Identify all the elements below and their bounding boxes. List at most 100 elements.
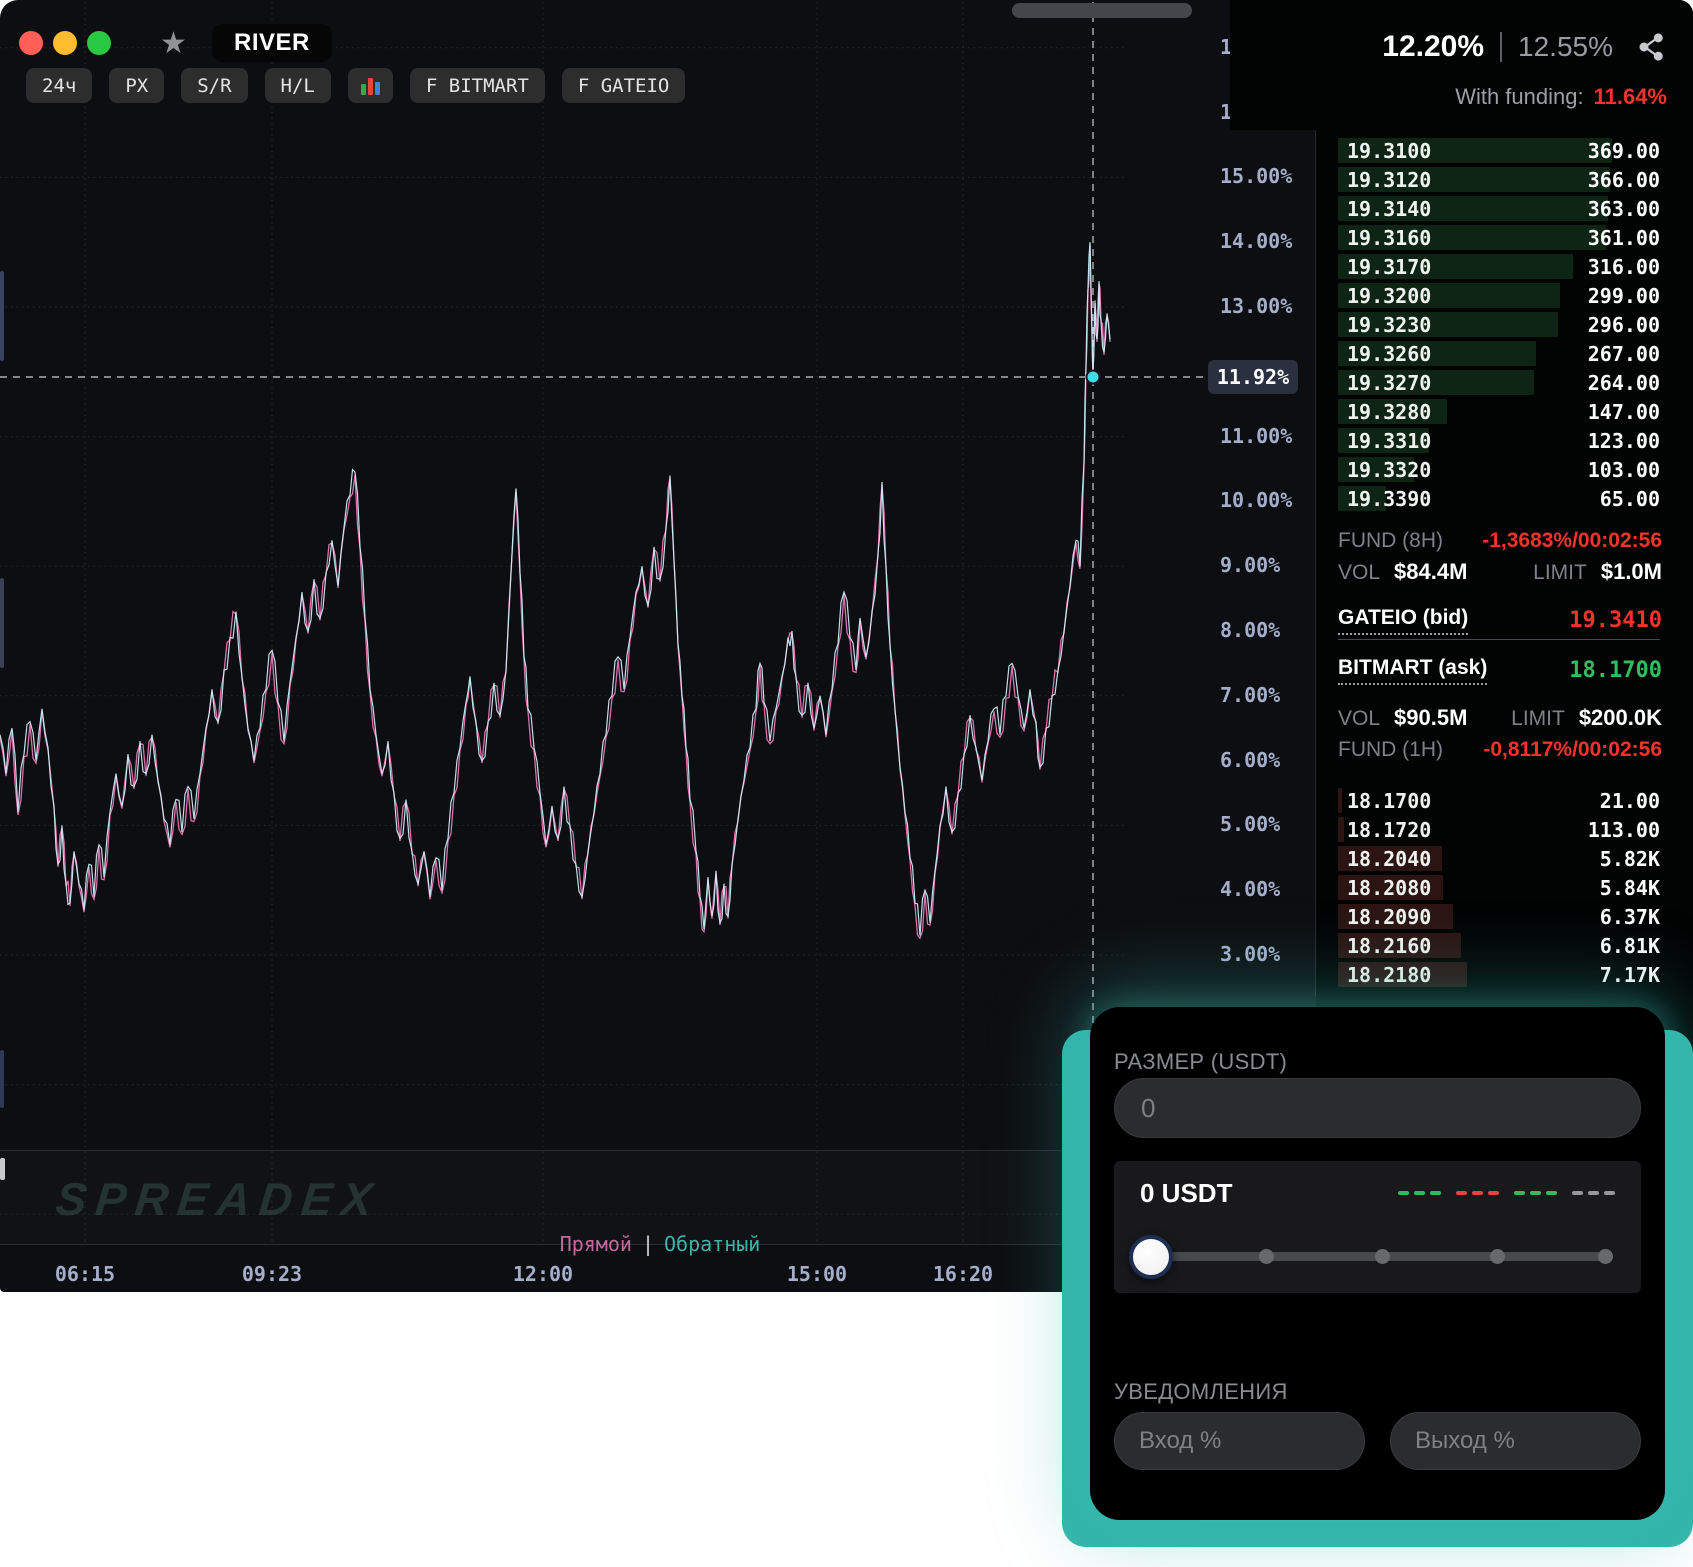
price-axis-label: 8.00% xyxy=(1220,618,1340,642)
gateio-row: GATEIO (bid) 19.3410 xyxy=(1338,604,1662,636)
bid-row[interactable]: 19.3320 103.00 xyxy=(1338,455,1662,484)
ask-row[interactable]: 18.1700 21.00 xyxy=(1338,786,1662,815)
vertical-scrollbar-fragment[interactable] xyxy=(0,578,4,668)
minimize-button[interactable] xyxy=(53,31,77,55)
bid-size: 147.00 xyxy=(1588,400,1660,424)
ask-row[interactable]: 18.20805.84K xyxy=(1338,873,1662,902)
bid-row[interactable]: 19.3260267.00 xyxy=(1338,339,1662,368)
bid-row[interactable]: 19.3140363.00 xyxy=(1338,194,1662,223)
bid-row[interactable]: 19.3270 264.00 xyxy=(1338,368,1662,397)
close-button[interactable] xyxy=(19,31,43,55)
funding-8h-row: FUND (8H) -1,3683%/00:02:56 xyxy=(1338,528,1662,554)
depth-bar xyxy=(1338,788,1342,813)
size-slider[interactable] xyxy=(1140,1235,1615,1279)
bid-row[interactable]: 19.3170316.00 xyxy=(1338,252,1662,281)
bid-row[interactable]: 19.3310123.00 xyxy=(1338,426,1662,455)
bar-chart-icon xyxy=(361,77,380,95)
size-input[interactable] xyxy=(1114,1078,1641,1138)
bid-size: 299.00 xyxy=(1588,284,1660,308)
vol2-label: VOL xyxy=(1338,707,1380,731)
bid-row[interactable]: 19.3230296.00 xyxy=(1338,310,1662,339)
vol-value: $84.4M xyxy=(1394,559,1467,585)
bid-size: 264.00 xyxy=(1588,371,1660,395)
pane-divider xyxy=(0,1150,1207,1151)
price-axis-label: 14.00% xyxy=(1220,229,1340,253)
legend-divider: | xyxy=(632,1232,664,1256)
ask-size: 21.00 xyxy=(1600,789,1660,813)
resize-handle[interactable] xyxy=(0,1158,5,1180)
entry-percent-input[interactable] xyxy=(1114,1412,1365,1470)
ask-book: 18.170021.0018.1720113.0018.20405.82K18.… xyxy=(1338,786,1662,989)
slider-tick[interactable] xyxy=(1259,1249,1274,1264)
with-funding-label: With funding: xyxy=(1455,84,1583,110)
ask-price: 18.1700 xyxy=(1347,789,1431,813)
price-axis-label: 13.00% xyxy=(1220,294,1340,318)
bid-row[interactable]: 19.3160 361.00 xyxy=(1338,223,1662,252)
vol-label: VOL xyxy=(1338,561,1380,585)
favorite-star-icon[interactable]: ★ xyxy=(160,26,187,61)
bid-price: 19.3170 xyxy=(1347,255,1431,279)
fund8-value: -1,3683%/00:02:56 xyxy=(1482,529,1662,553)
crosshair-price-badge: 11.92% xyxy=(1208,360,1298,394)
ask-size: 6.37K xyxy=(1600,905,1660,929)
bid-size: 103.00 xyxy=(1588,458,1660,482)
vertical-scrollbar-fragment[interactable] xyxy=(0,1050,4,1108)
toolbar-button-24-[interactable]: 24ч xyxy=(26,68,92,103)
ask-row[interactable]: 18.2160 6.81K xyxy=(1338,931,1662,960)
bid-row[interactable]: 19.3280 147.00 xyxy=(1338,397,1662,426)
amount-value: 0 USDT xyxy=(1140,1178,1232,1209)
funding-1h-row: FUND (1H) -0,8117%/00:02:56 xyxy=(1338,736,1662,764)
ask-row[interactable]: 18.20906.37K xyxy=(1338,902,1662,931)
legend-direct[interactable]: Прямой xyxy=(560,1232,632,1256)
bitmart-link[interactable]: BITMART (ask) xyxy=(1338,656,1487,685)
share-icon[interactable] xyxy=(1637,32,1667,62)
chart-style-button[interactable] xyxy=(348,68,393,103)
horizontal-scrollbar[interactable] xyxy=(1012,3,1192,18)
price-axis-label: 11.00% xyxy=(1220,424,1340,448)
dash-group xyxy=(1398,1191,1441,1195)
bitmart-row: BITMART (ask) 18.1700 xyxy=(1338,654,1662,686)
slider-tick[interactable] xyxy=(1490,1249,1505,1264)
price-axis-label: 4.00% xyxy=(1220,877,1340,901)
bid-price: 19.3270 xyxy=(1347,371,1431,395)
slider-tick[interactable] xyxy=(1598,1249,1613,1264)
pair-title[interactable]: RIVER xyxy=(212,24,332,62)
bid-size: 369.00 xyxy=(1588,139,1660,163)
slider-tick[interactable] xyxy=(1375,1249,1390,1264)
bid-size: 366.00 xyxy=(1588,168,1660,192)
time-axis-label: 16:20 xyxy=(903,1262,1023,1286)
vertical-scrollbar-fragment[interactable] xyxy=(0,271,4,361)
ask-row[interactable]: 18.2040 5.82K xyxy=(1338,844,1662,873)
legend-inverse[interactable]: Обратный xyxy=(664,1232,760,1256)
ask-size: 6.81K xyxy=(1600,934,1660,958)
bid-row[interactable]: 19.339065.00 xyxy=(1338,484,1662,513)
toolbar-button-px[interactable]: PX xyxy=(109,68,164,103)
toolbar-button-f-bitmart[interactable]: F BITMART xyxy=(410,68,545,103)
bid-price: 19.3160 xyxy=(1347,226,1431,250)
watermark: SPREADEX xyxy=(53,1172,384,1226)
bid-size: 296.00 xyxy=(1588,313,1660,337)
bid-row[interactable]: 19.3100369.00 xyxy=(1338,136,1662,165)
limit2-label: LIMIT xyxy=(1511,707,1565,731)
toolbar-button-s-r[interactable]: S/R xyxy=(181,68,247,103)
bid-size: 363.00 xyxy=(1588,197,1660,221)
zoom-button[interactable] xyxy=(87,31,111,55)
bid-size: 361.00 xyxy=(1588,226,1660,250)
bid-row[interactable]: 19.3120366.00 xyxy=(1338,165,1662,194)
exit-percent-input[interactable] xyxy=(1390,1412,1641,1470)
bid-price: 19.3200 xyxy=(1347,284,1431,308)
toolbar-button-h-l[interactable]: H/L xyxy=(265,68,331,103)
ask-size: 5.82K xyxy=(1600,847,1660,871)
bid-price: 19.3320 xyxy=(1347,458,1431,482)
ask-row[interactable]: 18.21807.17K xyxy=(1338,960,1662,989)
bid-size: 267.00 xyxy=(1588,342,1660,366)
ask-row[interactable]: 18.1720113.00 xyxy=(1338,815,1662,844)
bid-row[interactable]: 19.3200 299.00 xyxy=(1338,281,1662,310)
ask-price: 18.2040 xyxy=(1347,847,1431,871)
ask-price: 18.2160 xyxy=(1347,934,1431,958)
slider-track[interactable] xyxy=(1150,1252,1613,1261)
bid-price: 19.3280 xyxy=(1347,400,1431,424)
toolbar-button-f-gateio[interactable]: F GATEIO xyxy=(562,68,686,103)
gateio-link[interactable]: GATEIO (bid) xyxy=(1338,606,1468,635)
slider-handle[interactable] xyxy=(1129,1235,1173,1279)
